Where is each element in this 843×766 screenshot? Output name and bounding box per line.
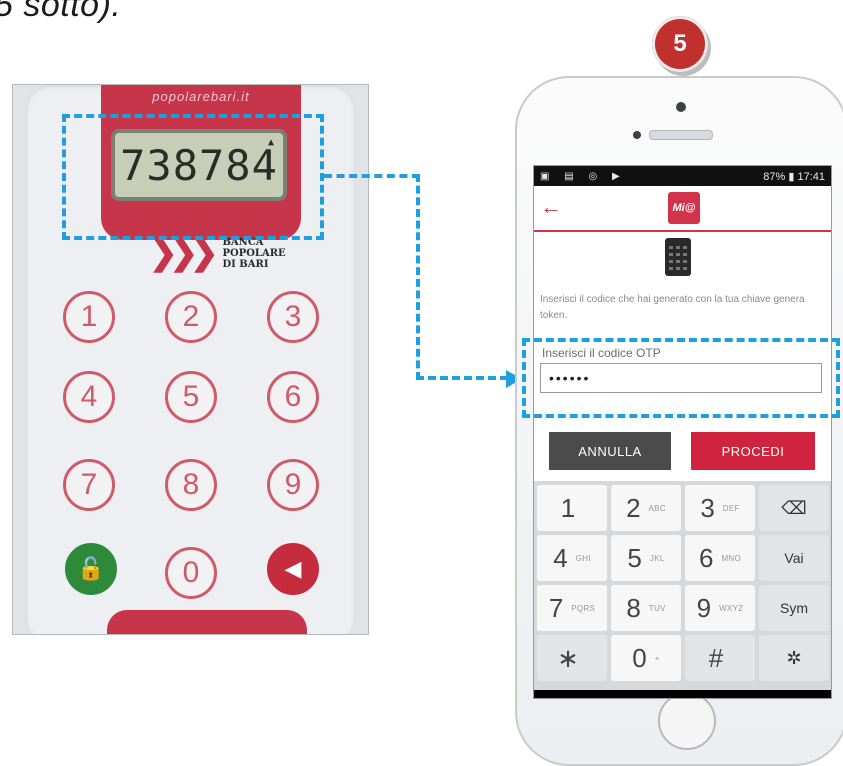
numeric-keyboard: 1 2 ABC 3 DEF ⌫ 4 GHI 5 JKL 6 MNO Vai 7 PQRS 8… xyxy=(534,481,831,691)
key-letters: DEF xyxy=(722,503,740,513)
key-letters: + xyxy=(654,653,660,663)
bank-name-line: DI BARI xyxy=(222,258,269,270)
earpiece xyxy=(649,130,713,140)
key-digit: 8 xyxy=(626,592,641,623)
sensor-icon xyxy=(633,131,641,139)
key-letters: WXYZ xyxy=(719,603,744,613)
home-button[interactable] xyxy=(658,692,716,750)
camera-icon xyxy=(676,102,686,112)
key-letters: TUV xyxy=(648,603,666,613)
token-key-0[interactable]: 0 xyxy=(165,547,217,599)
symbols-key[interactable]: Sym xyxy=(759,585,829,631)
token-key-9[interactable]: 9 xyxy=(267,459,319,511)
token-key-1[interactable]: 1 xyxy=(63,291,115,343)
go-key[interactable]: Vai xyxy=(759,535,829,581)
token-key-8[interactable]: 8 xyxy=(165,459,217,511)
connector-line xyxy=(324,174,420,178)
status-icons: ▣ ▤ ◎ ▶ xyxy=(540,170,626,182)
key-digit: 3 xyxy=(700,492,715,523)
key-7[interactable]: 7 PQRS xyxy=(537,585,607,631)
backspace-icon: ⌫ xyxy=(781,497,807,518)
key-5[interactable]: 5 JKL xyxy=(611,535,681,581)
step-number-badge: 5 xyxy=(652,16,708,72)
key-letters: ABC xyxy=(648,503,666,513)
unlock-key[interactable]: 🔓 xyxy=(65,543,117,595)
key-digit: 0 xyxy=(632,642,647,673)
token-brand: popolarebari.it xyxy=(152,89,250,104)
backspace-key[interactable]: ⌫ xyxy=(759,485,829,531)
key-0[interactable]: 0 + xyxy=(611,635,681,681)
settings-key[interactable]: ✲ xyxy=(759,635,829,681)
key-digit: 4 xyxy=(553,542,568,573)
token-key-4[interactable]: 4 xyxy=(63,371,115,423)
bank-name: BANCA POPOLARE DI BARI xyxy=(222,237,285,270)
navigation-bar xyxy=(534,690,831,698)
token-device-icon xyxy=(665,238,691,276)
hash-key[interactable]: # xyxy=(685,635,755,681)
triangle-left-icon: ◀ xyxy=(284,556,302,581)
key-1[interactable]: 1 xyxy=(537,485,607,531)
key-letters: GHI xyxy=(575,553,591,563)
asterisk-key[interactable]: ∗ xyxy=(537,635,607,681)
cancel-button[interactable]: ANNULLA xyxy=(549,432,671,470)
header-text-fragment: 5 sotto). xyxy=(0,0,122,24)
token-key-3[interactable]: 3 xyxy=(267,291,319,343)
token-code-highlight xyxy=(62,114,324,240)
key-digit: ∗ xyxy=(557,642,579,673)
bank-name-line: POPOLARE xyxy=(222,247,286,259)
back-arrow-icon[interactable]: ← xyxy=(540,194,562,220)
key-3[interactable]: 3 DEF xyxy=(685,485,755,531)
app-logo: Mi@ xyxy=(668,192,700,224)
symbols-key-label: Sym xyxy=(780,600,808,616)
key-8[interactable]: 8 TUV xyxy=(611,585,681,631)
gear-icon: ✲ xyxy=(786,647,802,668)
token-key-7[interactable]: 7 xyxy=(63,459,115,511)
otp-field-highlight xyxy=(522,338,840,418)
key-9[interactable]: 9 WXYZ xyxy=(685,585,755,631)
key-digit: 2 xyxy=(626,492,641,523)
token-bottom-band xyxy=(107,610,307,634)
key-digit: 6 xyxy=(698,542,714,573)
key-digit: 7 xyxy=(548,592,564,623)
connector-line xyxy=(416,174,420,380)
status-battery-time: 87% ▮ 17:41 xyxy=(763,170,825,183)
key-digit: 9 xyxy=(696,592,712,623)
proceed-button[interactable]: PROCEDI xyxy=(691,432,815,470)
go-key-label: Vai xyxy=(784,550,804,566)
token-key-6[interactable]: 6 xyxy=(267,371,319,423)
instruction-text: Inserisci il codice che hai generato con… xyxy=(540,294,805,321)
key-digit: # xyxy=(708,642,724,673)
key-letters: MNO xyxy=(721,553,742,563)
connector-line xyxy=(416,376,508,380)
unlock-icon: 🔓 xyxy=(77,556,105,581)
back-key[interactable]: ◀ xyxy=(267,543,319,595)
token-key-2[interactable]: 2 xyxy=(165,291,217,343)
status-bar: ▣ ▤ ◎ ▶ 87% ▮ 17:41 xyxy=(534,166,831,186)
key-letters: PQRS xyxy=(571,603,596,613)
key-2[interactable]: 2 ABC xyxy=(611,485,681,531)
key-digit: 1 xyxy=(560,492,576,523)
phone-screen: ▣ ▤ ◎ ▶ 87% ▮ 17:41 ← Mi@ Inserisci il c… xyxy=(533,165,832,699)
key-4[interactable]: 4 GHI xyxy=(537,535,607,581)
key-letters: JKL xyxy=(649,553,665,563)
token-key-5[interactable]: 5 xyxy=(165,371,217,423)
app-bar: ← Mi@ xyxy=(534,186,831,232)
key-digit: 5 xyxy=(627,542,642,573)
key-6[interactable]: 6 MNO xyxy=(685,535,755,581)
